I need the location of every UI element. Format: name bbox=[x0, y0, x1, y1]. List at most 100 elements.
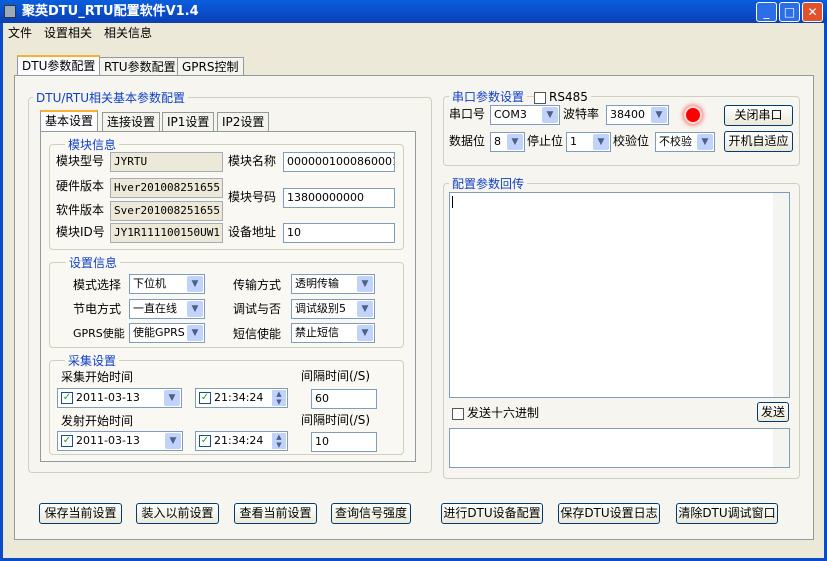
transport-value: 透明传输 bbox=[295, 277, 339, 290]
sms-value: 禁止短信 bbox=[295, 326, 339, 339]
module-number-input[interactable]: 13800000000 bbox=[283, 188, 395, 208]
stop-bits-value: 1 bbox=[570, 135, 577, 148]
rs485-checkbox[interactable]: RS485 bbox=[534, 88, 591, 106]
sms-select[interactable]: 禁止短信 ▼ bbox=[291, 323, 375, 343]
hw-version-field: Hver201008251655 bbox=[110, 178, 223, 198]
tab-dtu-config[interactable]: DTU参数配置 bbox=[17, 55, 101, 76]
menu-bar: 文件 设置相关 相关信息 bbox=[0, 23, 827, 43]
send-date-picker[interactable]: ✓ 2011-03-13 ▼ bbox=[57, 431, 183, 451]
port-label: 串口号 bbox=[449, 107, 486, 121]
collect-date-checkbox[interactable]: ✓ bbox=[61, 392, 73, 404]
collect-start-label: 采集开始时间 bbox=[61, 370, 134, 384]
stop-bits-select[interactable]: 1 ▼ bbox=[566, 132, 611, 152]
scrollbar[interactable] bbox=[773, 429, 789, 467]
view-current-button[interactable]: 查看当前设置 bbox=[234, 503, 317, 524]
close-port-button[interactable]: 关闭串口 bbox=[724, 105, 793, 126]
hw-version-label: 硬件版本 bbox=[56, 179, 105, 193]
sw-version-field: Sver201008251655 bbox=[110, 201, 223, 221]
module-number-label: 模块号码 bbox=[228, 190, 277, 204]
parity-label: 校验位 bbox=[613, 134, 650, 148]
clear-debug-window-button[interactable]: 清除DTU调试窗口 bbox=[676, 503, 778, 524]
tab-ip1[interactable]: IP1设置 bbox=[162, 112, 215, 131]
baud-label: 波特率 bbox=[563, 107, 600, 121]
parity-select[interactable]: 不校验 ▼ bbox=[655, 132, 715, 152]
power-select[interactable]: 一直在线 ▼ bbox=[129, 299, 205, 319]
port-select[interactable]: COM3 ▼ bbox=[490, 105, 560, 125]
basic-config-title: DTU/RTU相关基本参数配置 bbox=[33, 89, 188, 106]
module-type-label: 模块型号 bbox=[56, 154, 105, 168]
send-time-checkbox[interactable]: ✓ bbox=[199, 435, 211, 447]
menu-file[interactable]: 文件 bbox=[8, 26, 32, 40]
parity-value: 不校验 bbox=[659, 135, 692, 148]
port-value: COM3 bbox=[494, 108, 527, 121]
text-cursor bbox=[452, 196, 453, 208]
tab-rtu-config[interactable]: RTU参数配置 bbox=[99, 57, 181, 76]
collect-time-picker[interactable]: ✓ 21:34:24 ▲ ▼ bbox=[195, 388, 288, 408]
mode-label: 模式选择 bbox=[73, 278, 122, 292]
port-status-led-icon bbox=[686, 108, 700, 122]
hex-send-checkbox[interactable]: 发送十六进制 bbox=[452, 404, 539, 422]
hex-send-label: 发送十六进制 bbox=[467, 406, 540, 420]
power-label: 节电方式 bbox=[73, 302, 122, 316]
collect-interval-input[interactable]: 60 bbox=[311, 389, 377, 409]
send-date-checkbox[interactable]: ✓ bbox=[61, 435, 73, 447]
gprs-select[interactable]: 使能GPRS ▼ bbox=[129, 323, 205, 343]
collect-time-value: 21:34:24 bbox=[214, 391, 264, 404]
close-button[interactable]: ✕ bbox=[802, 2, 823, 22]
debug-select[interactable]: 调试级别5 ▼ bbox=[291, 299, 375, 319]
menu-settings[interactable]: 设置相关 bbox=[44, 26, 92, 40]
data-bits-value: 8 bbox=[494, 135, 501, 148]
chevron-down-icon[interactable]: ▼ bbox=[357, 301, 373, 317]
scrollbar[interactable] bbox=[773, 193, 789, 397]
auto-adapt-button[interactable]: 开机自适应 bbox=[724, 131, 793, 152]
menu-info[interactable]: 相关信息 bbox=[104, 26, 152, 40]
chevron-down-icon[interactable]: ▼ bbox=[187, 325, 203, 341]
echo-textarea[interactable] bbox=[449, 192, 790, 398]
module-name-input[interactable]: 0000001000860001 bbox=[283, 152, 395, 172]
data-bits-label: 数据位 bbox=[449, 134, 486, 148]
collect-date-picker[interactable]: ✓ 2011-03-13 ▼ bbox=[57, 388, 182, 408]
baud-value: 38400 bbox=[610, 108, 645, 121]
maximize-button[interactable]: □ bbox=[779, 2, 800, 22]
query-signal-button[interactable]: 查询信号强度 bbox=[331, 503, 411, 524]
chevron-down-icon[interactable]: ▼ bbox=[165, 433, 181, 449]
spinner-icon[interactable]: ▲ ▼ bbox=[272, 390, 286, 406]
chevron-down-icon[interactable]: ▼ bbox=[593, 134, 609, 150]
tab-gprs-control[interactable]: GPRS控制 bbox=[177, 57, 244, 76]
chevron-down-icon[interactable]: ▼ bbox=[187, 301, 203, 317]
chevron-down-icon[interactable]: ▼ bbox=[697, 134, 713, 150]
chevron-down-icon[interactable]: ▼ bbox=[507, 134, 523, 150]
data-bits-select[interactable]: 8 ▼ bbox=[490, 132, 525, 152]
chevron-down-icon[interactable]: ▼ bbox=[542, 107, 558, 123]
device-address-label: 设备地址 bbox=[228, 225, 277, 239]
send-date-value: 2011-03-13 bbox=[76, 434, 140, 447]
load-previous-button[interactable]: 装入以前设置 bbox=[136, 503, 219, 524]
chevron-down-icon[interactable]: ▼ bbox=[357, 276, 373, 292]
mode-select[interactable]: 下位机 ▼ bbox=[129, 274, 205, 294]
baud-select[interactable]: 38400 ▼ bbox=[606, 105, 669, 125]
collect-time-checkbox[interactable]: ✓ bbox=[199, 392, 211, 404]
save-current-button[interactable]: 保存当前设置 bbox=[39, 503, 122, 524]
device-address-input[interactable]: 10 bbox=[283, 223, 395, 243]
chevron-down-icon[interactable]: ▼ bbox=[164, 390, 180, 406]
send-interval-label: 间隔时间(/S) bbox=[301, 413, 371, 427]
transport-select[interactable]: 透明传输 ▼ bbox=[291, 274, 375, 294]
send-button[interactable]: 发送 bbox=[757, 402, 789, 422]
save-dtu-log-button[interactable]: 保存DTU设置日志 bbox=[558, 503, 660, 524]
tab-connection[interactable]: 连接设置 bbox=[102, 112, 161, 131]
configure-dtu-button[interactable]: 进行DTU设备配置 bbox=[441, 503, 543, 524]
chevron-down-icon[interactable]: ▼ bbox=[357, 325, 373, 341]
send-interval-input[interactable]: 10 bbox=[311, 432, 377, 452]
send-time-picker[interactable]: ✓ 21:34:24 ▲ ▼ bbox=[195, 431, 288, 451]
chevron-down-icon[interactable]: ▼ bbox=[187, 276, 203, 292]
module-info-title: 模块信息 bbox=[65, 136, 120, 153]
module-type-field: JYRTU bbox=[110, 152, 223, 172]
minimize-button[interactable]: _ bbox=[756, 2, 777, 22]
send-textarea[interactable] bbox=[449, 428, 790, 468]
module-id-label: 模块ID号 bbox=[56, 225, 105, 239]
spinner-icon[interactable]: ▲ ▼ bbox=[272, 433, 286, 449]
chevron-down-icon[interactable]: ▼ bbox=[651, 107, 667, 123]
tab-basic[interactable]: 基本设置 bbox=[40, 110, 99, 131]
tab-ip2[interactable]: IP2设置 bbox=[217, 112, 270, 131]
rs485-label: RS485 bbox=[549, 90, 588, 104]
